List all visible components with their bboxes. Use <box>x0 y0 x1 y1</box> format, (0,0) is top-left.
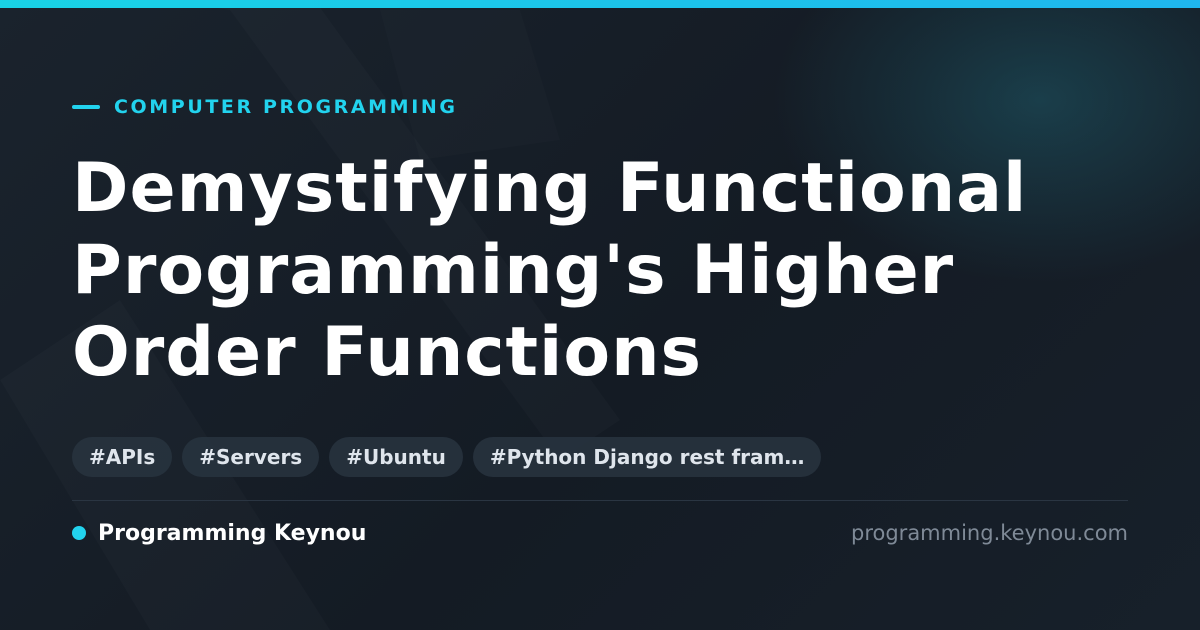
footer-divider <box>72 500 1128 501</box>
brand-dot-icon <box>72 526 86 540</box>
brand: Programming Keynou <box>72 518 366 548</box>
tag[interactable]: #Servers <box>182 437 320 477</box>
category-text: COMPUTER PROGRAMMING <box>114 96 458 118</box>
tag[interactable]: #APIs <box>72 437 173 477</box>
tag-list: #APIs #Servers #Ubuntu #Python Django re… <box>72 437 822 477</box>
tag[interactable]: #Python Django rest fram… <box>472 437 822 477</box>
brand-name: Programming Keynou <box>98 520 367 546</box>
site-url[interactable]: programming.keynou.com <box>851 518 1128 548</box>
category-label: COMPUTER PROGRAMMING <box>72 94 458 120</box>
category-dash <box>72 105 100 109</box>
top-accent-bar <box>0 0 1200 8</box>
tag[interactable]: #Ubuntu <box>329 437 463 477</box>
page-title: Demystifying Functional Programming's Hi… <box>72 149 1028 392</box>
